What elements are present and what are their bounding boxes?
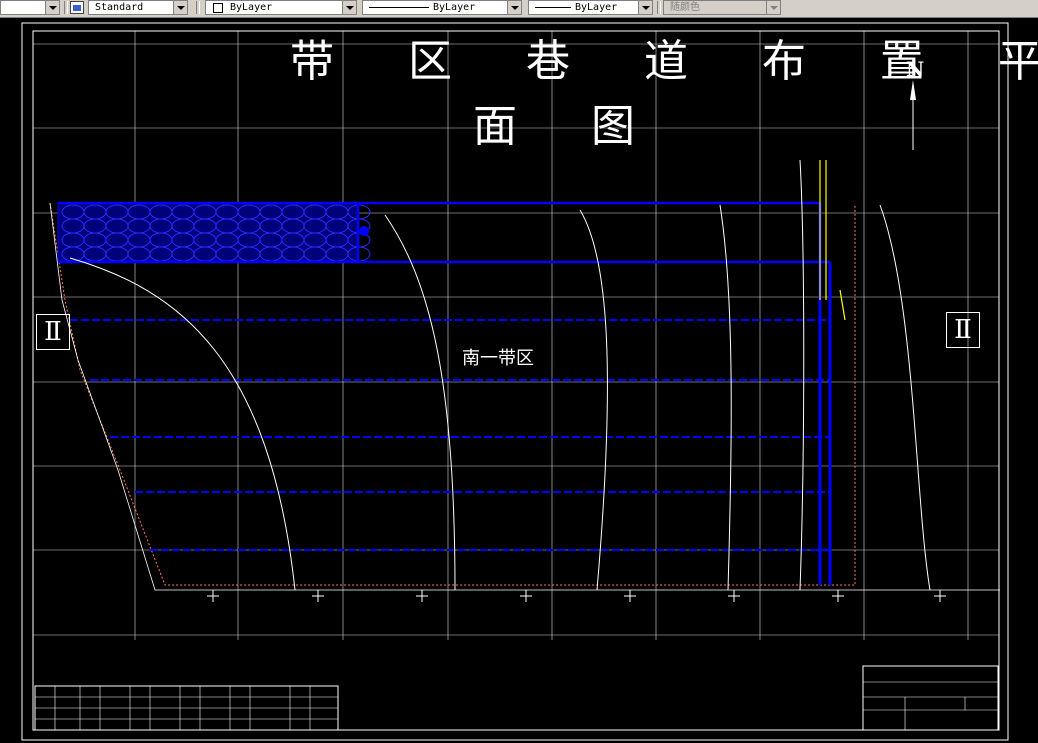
dropdown-arrow-icon[interactable]	[766, 1, 780, 14]
axis-ticks	[207, 590, 946, 602]
model-space[interactable]: 带 区 巷 道 布 置 平 面 图 南一带区 Ⅱ Ⅱ N	[0, 17, 1038, 743]
dropdown-arrow-icon[interactable]	[507, 1, 521, 14]
color-swatch-icon	[213, 3, 223, 13]
linetype-sample-icon	[369, 7, 429, 8]
section-marker-right: Ⅱ	[946, 312, 980, 348]
text-style-value: Standard	[95, 2, 144, 13]
zone-label: 南一带区	[462, 348, 534, 369]
title-block	[862, 665, 999, 731]
layer-color-combo[interactable]: ByLayer	[205, 0, 357, 15]
goaf-area	[57, 202, 359, 262]
legend-grid	[35, 686, 338, 730]
dropdown-arrow-icon[interactable]	[173, 1, 187, 14]
drawing-title-line1: 带 区 巷 道 布 置 平	[290, 36, 1038, 87]
text-style-icon[interactable]	[70, 1, 84, 14]
north-label: N	[906, 57, 925, 81]
toolbar-separator	[657, 1, 661, 14]
section-marker-left: Ⅱ	[36, 314, 70, 350]
dropdown-arrow-icon[interactable]	[45, 1, 59, 14]
linetype-value: ByLayer	[433, 2, 476, 13]
dropdown-arrow-icon[interactable]	[342, 1, 356, 14]
toolbar-separator	[64, 1, 68, 14]
lineweight-value: ByLayer	[575, 2, 618, 13]
title-block-lines	[863, 681, 998, 730]
lineweight-sample-icon	[535, 7, 571, 8]
shaft-bottom-marker	[359, 226, 369, 236]
main-shafts	[818, 203, 832, 585]
planned-roadways	[70, 319, 830, 551]
yellow-lines	[819, 160, 846, 321]
layer-color-value: ByLayer	[230, 2, 273, 13]
text-style-combo[interactable]: Standard	[88, 0, 188, 15]
plot-style-value: 随颜色	[670, 2, 700, 13]
drawing-title-line2: 面 图	[473, 101, 665, 152]
lineweight-combo[interactable]: ByLayer	[528, 0, 653, 15]
dropdown-arrow-icon[interactable]	[638, 1, 652, 14]
properties-toolbar: Standard ByLayer ByLayer ByLayer 随颜色	[0, 0, 1038, 18]
previous-combo[interactable]	[0, 0, 60, 15]
toolbar-separator	[196, 1, 200, 14]
linetype-combo[interactable]: ByLayer	[362, 0, 522, 15]
plot-style-combo[interactable]: 随颜色	[663, 0, 781, 15]
